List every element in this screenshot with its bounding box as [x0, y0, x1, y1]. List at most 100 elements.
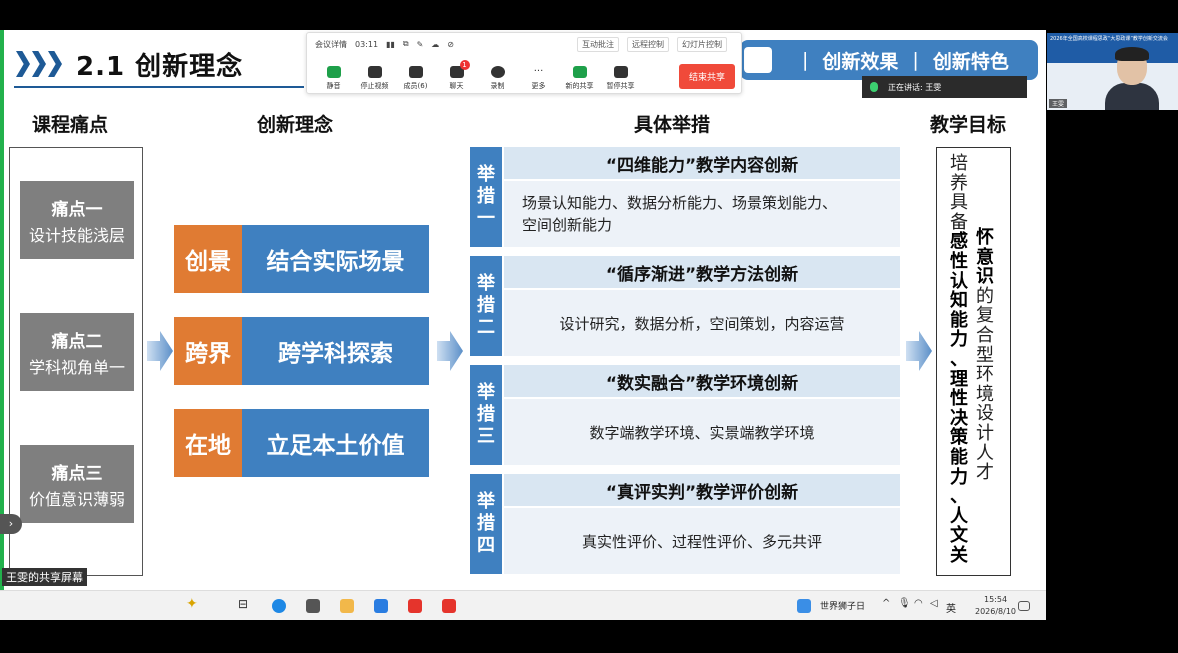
measure-tag-char: 措	[477, 404, 495, 426]
column-header-goal: 教学目标	[930, 114, 1007, 136]
goal-char: 养	[950, 172, 968, 194]
wps-icon[interactable]	[408, 599, 422, 613]
pain-point-1: 痛点一 设计技能浅层	[20, 181, 134, 259]
volume-icon[interactable]: ◁	[930, 598, 944, 612]
goal-char: 决	[950, 407, 968, 429]
app-icon[interactable]	[306, 599, 320, 613]
expand-panel-tab[interactable]: ›	[0, 514, 22, 534]
mute-button[interactable]: 静音	[313, 66, 354, 91]
more-button[interactable]: ··· 更多	[518, 66, 559, 91]
weather-widget-icon[interactable]	[797, 599, 811, 613]
pause-share-button[interactable]: 暂停共享	[600, 66, 641, 91]
wps-presentation-icon[interactable]	[442, 599, 456, 613]
clock-date: 2026/8/10	[975, 607, 1017, 616]
microphone-tray-icon[interactable]: 🎙	[898, 598, 912, 612]
page-title: 2.1 创新理念	[76, 51, 244, 82]
windows-taskbar: ✦ ⊟ 世界狮子日 ^ 🎙 ◠ ◁ 英 15:54 2026/8/10	[0, 590, 1046, 620]
meeting-toolbar: 会议详情 03:11 ▮▮ ⧉ ✎ ☁ ⊘ 互动批注 远程控制 幻灯片控制 静音…	[306, 32, 742, 94]
measure-heading: “数实融合”教学环境创新	[504, 365, 900, 397]
copilot-sparkle-icon[interactable]: ✦	[186, 596, 200, 612]
measure-1: 举 措 一 “四维能力”教学内容创新 场景认知能力、数据分析能力、场景策划能力、…	[470, 147, 900, 247]
chat-button[interactable]: 1 聊天	[436, 60, 477, 91]
wifi-icon[interactable]: ◠	[914, 598, 928, 612]
concept-1: 创景 结合实际场景	[174, 225, 429, 293]
measure-4: 举 措 四 “真评实判”教学评价创新 真实性评价、过程性评价、多元共评	[470, 474, 900, 574]
meeting-app-icon[interactable]	[374, 599, 388, 613]
hide-icon[interactable]: ⊘	[447, 40, 454, 49]
remote-control-button[interactable]: 远程控制	[627, 36, 669, 52]
people-icon	[408, 66, 423, 78]
meeting-details-link[interactable]: 会议详情	[315, 39, 347, 50]
nav-item-feature: 创新特色	[932, 50, 1009, 73]
participant-name: 王雯	[1049, 99, 1068, 108]
measure-tag: 举 措 四	[470, 474, 502, 574]
concept-text: 跨学科探索	[242, 317, 429, 385]
chat-icon: 1	[449, 60, 470, 78]
pain-points-box: 痛点一 设计技能浅层 痛点二 学科视角单一 痛点三 价值意识薄弱	[9, 147, 143, 576]
goal-char: 意	[976, 246, 994, 268]
title-underline	[14, 86, 304, 88]
annotate-icon[interactable]: ✎	[417, 40, 424, 49]
measure-tag-char: 三	[477, 425, 495, 447]
goal-char: 识	[976, 266, 994, 288]
goal-char: 才	[976, 462, 994, 484]
pain-point-desc: 价值意识薄弱	[28, 489, 125, 509]
tray-chevron-icon[interactable]: ^	[882, 598, 896, 612]
cloud-icon[interactable]: ☁	[431, 40, 439, 49]
concept-tag: 跨界	[174, 317, 242, 385]
measure-tag: 举 措 二	[470, 256, 502, 356]
measure-body-line: 空间创新能力	[522, 216, 613, 234]
members-button[interactable]: 成员(6)	[395, 66, 436, 91]
concept-text: 立足本土价值	[242, 409, 429, 477]
record-button[interactable]: 录制	[477, 66, 518, 91]
end-share-button[interactable]: 结束共享	[678, 64, 735, 89]
goal-char: 境	[976, 383, 994, 405]
pain-point-desc: 设计技能浅层	[28, 225, 125, 245]
measure-tag-char: 举	[477, 273, 495, 295]
task-view-icon[interactable]: ⊟	[238, 597, 252, 611]
goal-char: 具	[950, 192, 968, 214]
record-icon	[490, 66, 505, 78]
goal-char: 感	[950, 231, 968, 253]
participant-avatar	[1105, 47, 1159, 110]
microphone-icon	[326, 66, 341, 78]
measure-3: 举 措 三 “数实融合”教学环境创新 数字端教学环境、实景端教学环境	[470, 365, 900, 465]
goal-char: 性	[950, 250, 968, 272]
pause-icon	[613, 66, 628, 78]
concept-tag: 创景	[174, 225, 242, 293]
measure-tag-char: 措	[477, 295, 495, 317]
goal-char: 、	[950, 348, 968, 370]
measure-tag-char: 措	[477, 513, 495, 535]
nav-tab-fragment	[744, 47, 772, 73]
slideshow-control-button[interactable]: 幻灯片控制	[677, 36, 727, 52]
notification-icon[interactable]	[1018, 601, 1030, 611]
goal-char: 人	[950, 505, 968, 527]
goal-text-column-2: 怀意识的复合型环境设计人才	[973, 228, 997, 483]
measure-2: 举 措 二 “循序渐进”教学方法创新 设计研究，数据分析，空间策划，内容运营	[470, 256, 900, 356]
nav-separator: |	[912, 49, 919, 71]
input-language[interactable]: 英	[946, 600, 956, 615]
interaction-annotation-button[interactable]: 互动批注	[577, 36, 619, 52]
arrow-right-icon	[147, 331, 173, 371]
toolbar-buttons: 静音 停止视频 成员(6) 1 聊天 录制 ··· 更多 新的共享 暂停共享 结束共…	[313, 57, 735, 91]
pain-point-title: 痛点三	[51, 463, 103, 484]
edge-browser-icon[interactable]	[272, 599, 286, 613]
new-share-button[interactable]: 新的共享	[559, 66, 600, 91]
concept-3: 在地 立足本土价值	[174, 409, 429, 477]
system-clock[interactable]: 15:54 2026/8/10	[975, 594, 1016, 618]
measure-body-line: 场景认知能力、数据分析能力、场景策划能力、	[522, 193, 838, 212]
speaking-mic-icon	[870, 82, 878, 92]
measure-heading: “真评实判”教学评价创新	[504, 474, 900, 506]
measure-tag: 举 措 一	[470, 147, 502, 247]
measure-tag-char: 一	[477, 207, 495, 229]
share-screen-label: 王雯的共享屏幕	[2, 568, 87, 586]
stop-video-button[interactable]: 停止视频	[354, 66, 395, 91]
measure-heading: “循序渐进”教学方法创新	[504, 256, 900, 288]
slide-title: 2.1 创新理念	[16, 44, 243, 84]
participant-video-tile[interactable]: 2026年全国高校课程思政“大思政课”教学创新交流会 王雯	[1047, 33, 1178, 110]
widget-label[interactable]: 世界狮子日	[820, 599, 865, 612]
column-header-pain: 课程痛点	[32, 114, 109, 136]
popout-icon[interactable]: ⧉	[403, 39, 409, 49]
file-explorer-icon[interactable]	[340, 599, 354, 613]
meeting-timer: 03:11	[355, 39, 379, 49]
